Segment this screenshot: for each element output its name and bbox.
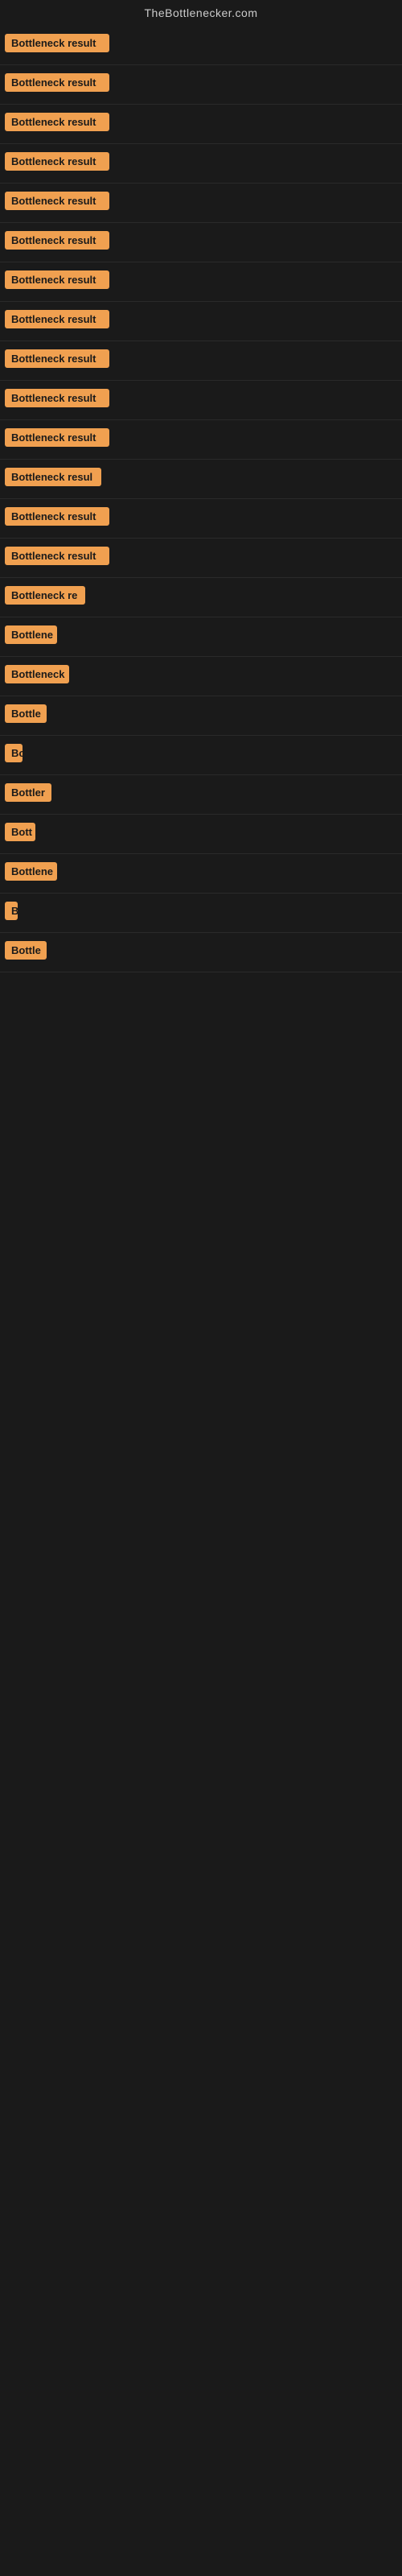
bottleneck-badge[interactable]: Bottleneck result [5,428,109,447]
bottleneck-badge[interactable]: Bottlene [5,862,57,881]
result-item: Bottleneck result [0,262,402,302]
site-title: TheBottlenecker.com [0,0,402,26]
result-item: Bottleneck resul [0,460,402,499]
result-item: Bottle [0,696,402,736]
bottleneck-badge[interactable]: Bottleneck result [5,152,109,171]
bottleneck-badge[interactable]: Bottleneck result [5,270,109,289]
bottleneck-badge[interactable]: Bottlene [5,625,57,644]
result-item: Bottleneck result [0,184,402,223]
bottleneck-badge[interactable]: Bottleneck re [5,586,85,605]
result-item: Bottlene [0,854,402,894]
result-item: Bott [0,815,402,854]
result-item: Bottleneck result [0,144,402,184]
bottleneck-badge[interactable]: Bottleneck resul [5,468,101,486]
bottleneck-badge[interactable]: Bottleneck result [5,113,109,131]
result-item: Bottleneck result [0,26,402,65]
bottleneck-badge[interactable]: Bottleneck result [5,507,109,526]
bottleneck-badge[interactable]: Bottleneck [5,665,69,683]
bottleneck-badge[interactable]: Bottleneck result [5,73,109,92]
result-item: Bottleneck result [0,105,402,144]
bottleneck-badge[interactable]: Bottleneck result [5,231,109,250]
result-item: Bottleneck result [0,302,402,341]
result-item: Bottleneck result [0,223,402,262]
result-item: Bo [0,736,402,775]
site-header: TheBottlenecker.com [0,0,402,26]
result-item: Bottleneck result [0,420,402,460]
bottleneck-badge[interactable]: Bottle [5,941,47,960]
result-item: Bottleneck re [0,578,402,617]
bottleneck-badge[interactable]: Bottleneck result [5,192,109,210]
bottleneck-badge[interactable]: B [5,902,18,920]
result-item: Bottler [0,775,402,815]
bottleneck-badge[interactable]: Bottleneck result [5,389,109,407]
result-item: Bottleneck result [0,341,402,381]
bottleneck-badge[interactable]: Bo [5,744,23,762]
bottleneck-badge[interactable]: Bottleneck result [5,349,109,368]
bottleneck-badge[interactable]: Bottle [5,704,47,723]
bottleneck-badge[interactable]: Bottleneck result [5,34,109,52]
bottleneck-badge[interactable]: Bott [5,823,35,841]
bottleneck-badge[interactable]: Bottler [5,783,51,802]
bottleneck-badge[interactable]: Bottleneck result [5,310,109,328]
result-item: Bottle [0,933,402,972]
result-item: Bottlene [0,617,402,657]
result-item: Bottleneck result [0,381,402,420]
result-item: Bottleneck result [0,539,402,578]
result-item: B [0,894,402,933]
bottleneck-badge[interactable]: Bottleneck result [5,547,109,565]
result-item: Bottleneck result [0,65,402,105]
result-item: Bottleneck result [0,499,402,539]
results-list: Bottleneck result Bottleneck result Bottle… [0,26,402,972]
result-item: Bottleneck [0,657,402,696]
